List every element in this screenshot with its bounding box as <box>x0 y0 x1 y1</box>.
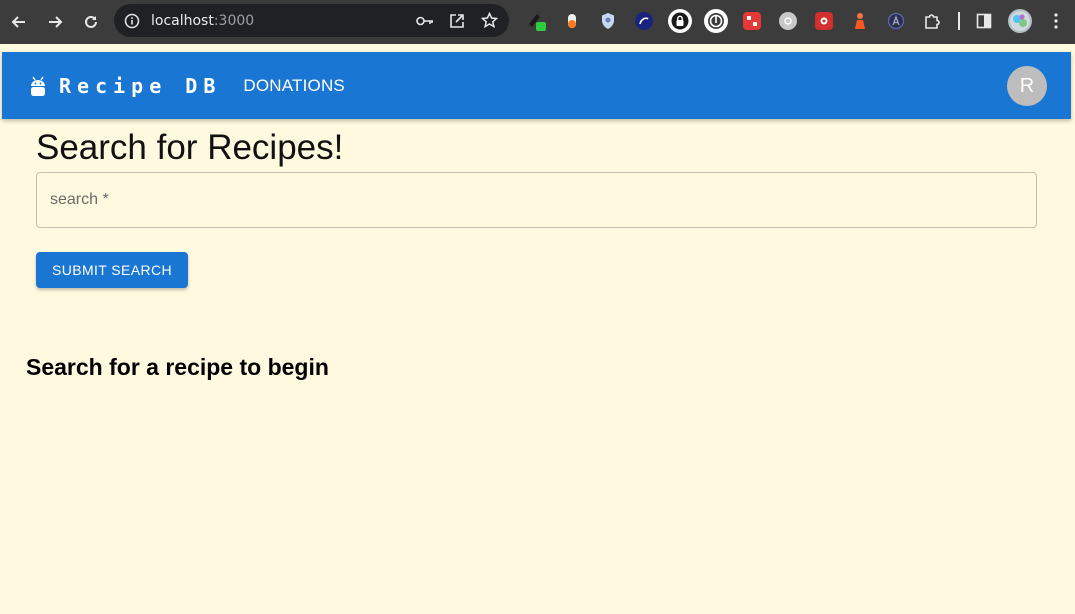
site-info-icon[interactable] <box>122 11 142 31</box>
extension-red-grid-icon[interactable] <box>743 12 761 30</box>
search-input[interactable] <box>37 173 1036 227</box>
extension-orange-figure-icon[interactable] <box>848 9 872 33</box>
toolbar-separator <box>958 12 960 30</box>
side-panel-icon[interactable] <box>972 9 996 33</box>
extension-grey-circle-icon[interactable] <box>779 12 797 30</box>
app-bar: Recipe DB DONATIONS R <box>2 52 1071 119</box>
nav-link-donations[interactable]: DONATIONS <box>243 76 345 96</box>
brand-title[interactable]: Recipe DB <box>59 74 221 98</box>
extension-blue-swirl-icon[interactable] <box>635 12 653 30</box>
extension-a-circle-icon[interactable] <box>884 9 908 33</box>
browser-menu-icon[interactable] <box>1044 9 1068 33</box>
extension-shield-icon[interactable] <box>596 9 620 33</box>
forward-arrow-icon[interactable] <box>38 5 72 39</box>
search-field <box>36 172 1037 228</box>
extensions-puzzle-icon[interactable] <box>920 9 944 33</box>
bookmark-star-icon[interactable] <box>479 11 499 31</box>
extension-lock-icon[interactable] <box>668 9 692 33</box>
back-arrow-icon[interactable] <box>2 5 36 39</box>
empty-state-message: Search for a recipe to begin <box>26 354 329 380</box>
extension-red-bug-icon[interactable] <box>815 12 833 30</box>
extension-eyedropper-icon[interactable] <box>524 9 548 33</box>
open-in-app-icon[interactable] <box>447 11 467 31</box>
reload-icon[interactable] <box>74 5 108 39</box>
page-title: Search for Recipes! <box>36 128 344 167</box>
android-logo-icon <box>29 74 47 98</box>
profile-picture-icon[interactable] <box>1008 9 1032 33</box>
avatar[interactable]: R <box>1007 66 1047 106</box>
extension-pill-icon[interactable] <box>560 9 584 33</box>
extension-circle-d-icon[interactable] <box>704 9 728 33</box>
url-text: localhost:3000 <box>151 12 255 29</box>
password-key-icon[interactable] <box>415 11 435 31</box>
browser-toolbar: localhost:3000 <box>0 0 1075 44</box>
submit-search-button[interactable]: SUBMIT SEARCH <box>36 252 188 288</box>
address-bar[interactable]: localhost:3000 <box>114 4 509 37</box>
